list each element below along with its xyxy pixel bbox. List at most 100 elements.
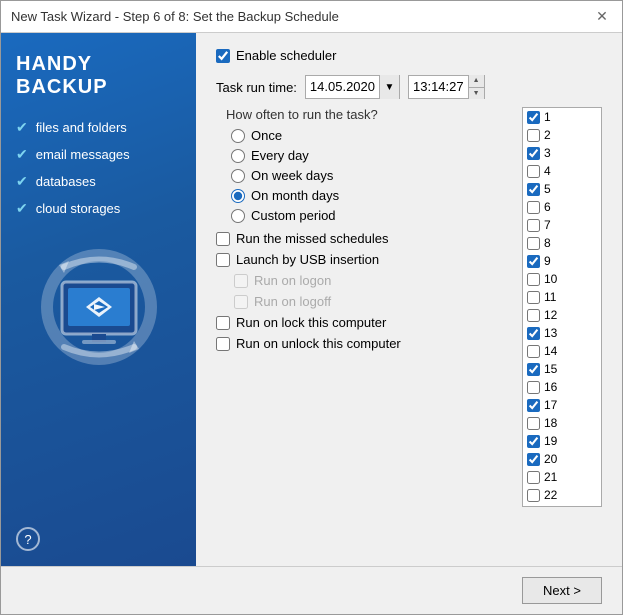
lock-computer-row: Run on lock this computer	[216, 315, 512, 330]
radio-once-label: Once	[251, 128, 282, 143]
enable-scheduler-label: Enable scheduler	[236, 48, 336, 63]
missed-schedules-checkbox[interactable]	[216, 232, 230, 246]
sidebar-item-email: ✔ email messages	[16, 146, 181, 163]
day-label-14: 14	[544, 344, 557, 358]
run-logon-checkbox	[234, 274, 248, 288]
radio-custom[interactable]	[231, 209, 245, 223]
sidebar-label-files: files and folders	[36, 120, 127, 135]
time-spinner: ▲ ▼	[468, 75, 484, 99]
day-checkbox-22[interactable]	[527, 489, 540, 502]
sidebar-label-databases: databases	[36, 174, 96, 189]
time-down-button[interactable]: ▼	[469, 88, 484, 100]
day-checkbox-19[interactable]	[527, 435, 540, 448]
run-logon-label: Run on logon	[254, 273, 331, 288]
day-checkbox-6[interactable]	[527, 201, 540, 214]
day-checkbox-11[interactable]	[527, 291, 540, 304]
list-item: 22	[523, 486, 601, 504]
day-checkbox-17[interactable]	[527, 399, 540, 412]
unlock-computer-checkbox[interactable]	[216, 337, 230, 351]
radio-custom-label: Custom period	[251, 208, 336, 223]
frequency-content-row: How often to run the task? Once Every da…	[216, 107, 602, 551]
unlock-computer-row: Run on unlock this computer	[216, 336, 512, 351]
enable-scheduler-row: Enable scheduler	[216, 48, 602, 63]
day-checkbox-18[interactable]	[527, 417, 540, 430]
day-label-20: 20	[544, 452, 557, 466]
how-often-label: How often to run the task?	[226, 107, 512, 122]
day-label-21: 21	[544, 470, 557, 484]
list-item: 12	[523, 306, 601, 324]
enable-scheduler-checkbox[interactable]	[216, 49, 230, 63]
day-checkbox-13[interactable]	[527, 327, 540, 340]
list-item: 9	[523, 252, 601, 270]
days-panel[interactable]: 1234567891011121314151617181920212223242…	[522, 107, 602, 507]
usb-insertion-checkbox[interactable]	[216, 253, 230, 267]
list-item: 17	[523, 396, 601, 414]
list-item: 2	[523, 126, 601, 144]
day-checkbox-15[interactable]	[527, 363, 540, 376]
sidebar: HANDY BACKUP ✔ files and folders ✔ email…	[1, 33, 196, 566]
radio-monthdays[interactable]	[231, 189, 245, 203]
next-button[interactable]: Next >	[522, 577, 602, 604]
help-button[interactable]: ?	[16, 527, 40, 551]
time-up-button[interactable]: ▲	[469, 75, 484, 88]
list-item: 20	[523, 450, 601, 468]
day-checkbox-9[interactable]	[527, 255, 540, 268]
day-label-2: 2	[544, 128, 551, 142]
footer: Next >	[1, 566, 622, 614]
list-item: 1	[523, 108, 601, 126]
day-checkbox-4[interactable]	[527, 165, 540, 178]
day-label-23: 23	[544, 506, 557, 507]
check-icon-email: ✔	[16, 146, 28, 163]
lock-computer-checkbox[interactable]	[216, 316, 230, 330]
day-checkbox-16[interactable]	[527, 381, 540, 394]
day-label-5: 5	[544, 182, 551, 196]
bottom-options: Run the missed schedules Launch by USB i…	[216, 231, 512, 351]
day-checkbox-10[interactable]	[527, 273, 540, 286]
day-label-4: 4	[544, 164, 551, 178]
radio-everyday-label: Every day	[251, 148, 309, 163]
day-label-8: 8	[544, 236, 551, 250]
sidebar-label-cloud: cloud storages	[36, 201, 121, 216]
check-icon-databases: ✔	[16, 173, 28, 190]
radio-weekdays-row: On week days	[231, 168, 512, 183]
day-checkbox-3[interactable]	[527, 147, 540, 160]
list-item: 14	[523, 342, 601, 360]
sidebar-label-email: email messages	[36, 147, 130, 162]
list-item: 23	[523, 504, 601, 507]
radio-weekdays[interactable]	[231, 169, 245, 183]
radio-once[interactable]	[231, 129, 245, 143]
list-item: 19	[523, 432, 601, 450]
list-item: 13	[523, 324, 601, 342]
day-checkbox-12[interactable]	[527, 309, 540, 322]
usb-insertion-row: Launch by USB insertion	[216, 252, 512, 267]
day-label-1: 1	[544, 110, 551, 124]
day-checkbox-2[interactable]	[527, 129, 540, 142]
brand-title: HANDY BACKUP	[16, 53, 181, 99]
day-checkbox-1[interactable]	[527, 111, 540, 124]
close-button[interactable]: ✕	[592, 7, 612, 27]
day-label-17: 17	[544, 398, 557, 412]
day-checkbox-14[interactable]	[527, 345, 540, 358]
day-checkbox-23[interactable]	[527, 507, 540, 508]
radio-everyday-row: Every day	[231, 148, 512, 163]
list-item: 7	[523, 216, 601, 234]
sidebar-item-databases: ✔ databases	[16, 173, 181, 190]
day-checkbox-7[interactable]	[527, 219, 540, 232]
radio-everyday[interactable]	[231, 149, 245, 163]
main-content: HANDY BACKUP ✔ files and folders ✔ email…	[1, 33, 622, 566]
list-item: 21	[523, 468, 601, 486]
run-logoff-label: Run on logoff	[254, 294, 331, 309]
list-item: 10	[523, 270, 601, 288]
list-item: 3	[523, 144, 601, 162]
missed-schedules-label: Run the missed schedules	[236, 231, 388, 246]
time-value: 13:14:27	[409, 75, 468, 99]
day-label-15: 15	[544, 362, 557, 376]
list-item: 4	[523, 162, 601, 180]
day-checkbox-20[interactable]	[527, 453, 540, 466]
day-checkbox-21[interactable]	[527, 471, 540, 484]
date-dropdown-button[interactable]: ▼	[379, 75, 399, 99]
day-checkbox-8[interactable]	[527, 237, 540, 250]
day-checkbox-5[interactable]	[527, 183, 540, 196]
monitor-svg	[34, 247, 164, 367]
date-value: 14.05.2020	[306, 75, 379, 99]
